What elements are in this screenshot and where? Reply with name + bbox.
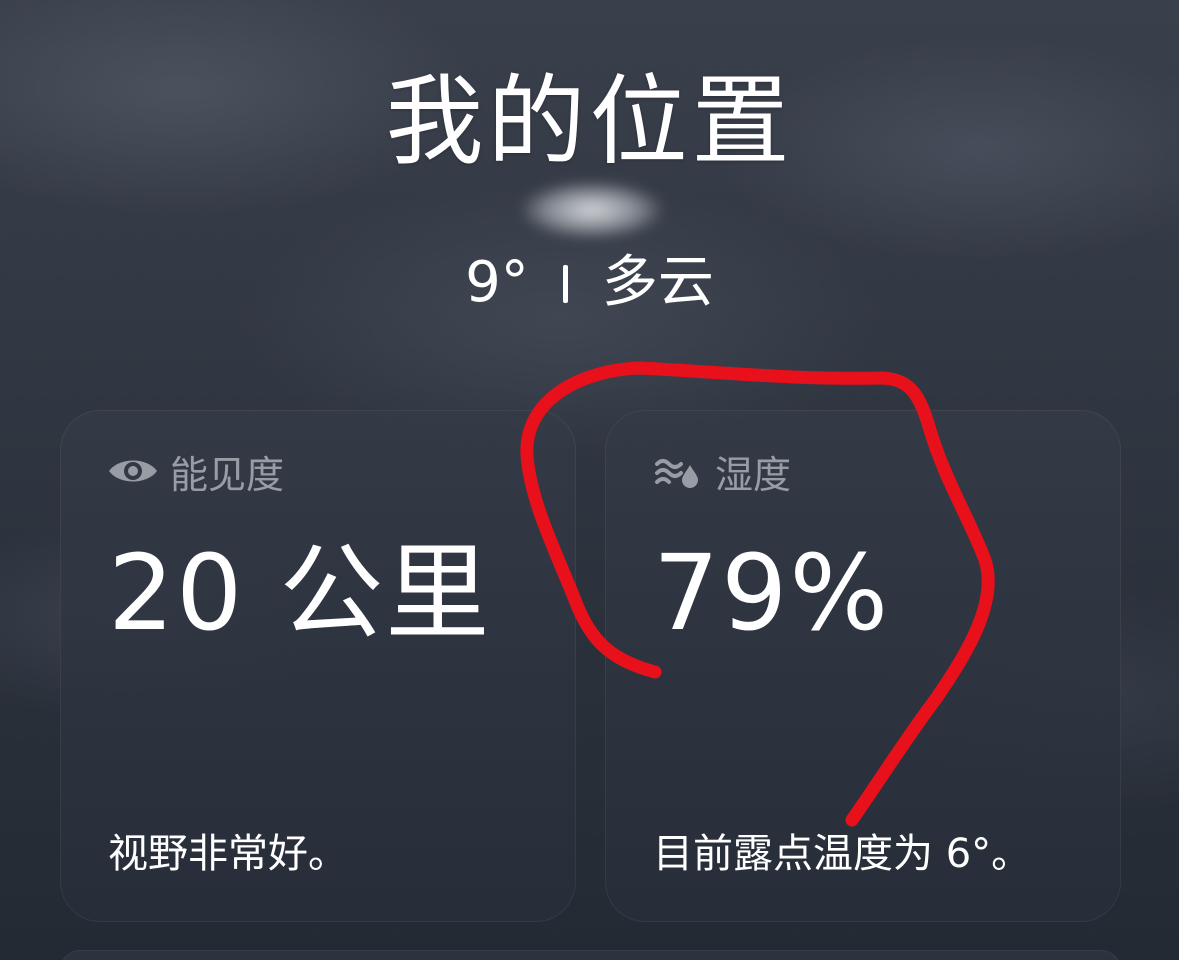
visibility-card[interactable]: 能见度 20 公里 视野非常好。 — [60, 410, 576, 922]
visibility-card-title: 能见度 — [170, 452, 285, 497]
humidity-card[interactable]: 湿度 79% 目前露点温度为 6°。 — [605, 410, 1121, 922]
visibility-card-header: 能见度 — [106, 448, 284, 497]
weather-condition: 多云 — [601, 250, 714, 315]
humidity-value: 79% — [653, 532, 891, 654]
current-conditions: 9° 多云 — [0, 250, 1179, 316]
next-card-partial[interactable] — [60, 950, 1121, 960]
location-title: 我的位置 — [385, 65, 794, 179]
current-temperature: 9° — [465, 250, 529, 315]
humidity-card-title: 湿度 — [715, 452, 792, 497]
visibility-value: 20 公里 — [108, 532, 492, 654]
separator — [562, 265, 568, 303]
humidity-description: 目前露点温度为 6°。 — [653, 831, 1032, 877]
visibility-description: 视野非常好。 — [108, 831, 348, 877]
redacted-place-name — [522, 182, 662, 238]
humidity-icon — [651, 451, 705, 491]
humidity-card-header: 湿度 — [651, 448, 791, 497]
eye-icon — [106, 451, 160, 491]
